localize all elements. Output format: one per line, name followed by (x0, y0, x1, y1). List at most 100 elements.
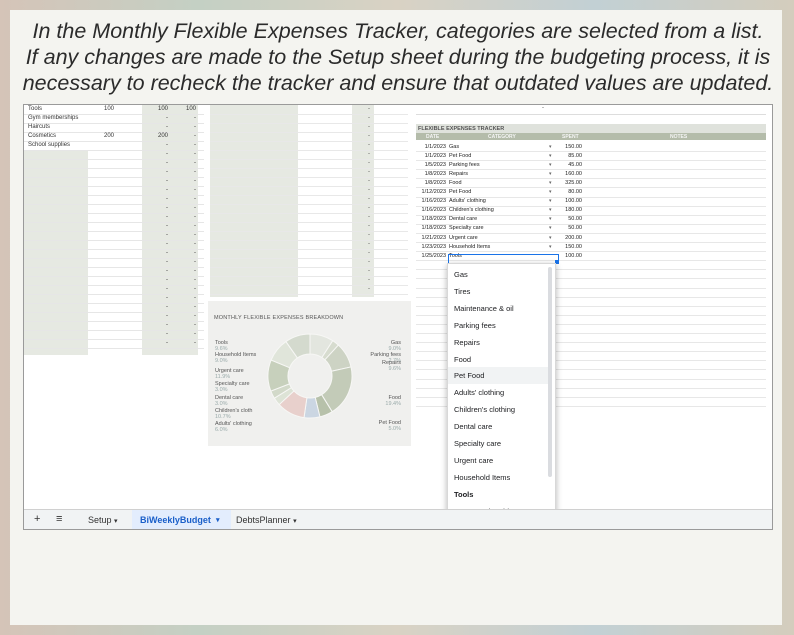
row-value: - (166, 115, 168, 121)
row-value: 100 (185, 106, 196, 112)
breakdown-label-right: Gas 9.0% (388, 340, 401, 352)
row-dash: - (368, 106, 370, 112)
chevron-down-icon: ▾ (216, 517, 220, 524)
row-dash: - (368, 196, 370, 202)
caption-line-1: In the Monthly Flexible Expenses Tracker… (32, 19, 764, 43)
breakdown-label-left: Dental care 3.0% (215, 395, 243, 407)
row-dash: - (368, 268, 370, 274)
dropdown-option[interactable]: Tires (448, 283, 548, 300)
row-dash: - (368, 115, 370, 121)
sheet-tab-bar: + ≡ Setup ▾ BiWeeklyBudget ▾ DebtsPlanne… (24, 509, 772, 529)
row-dash: - (194, 322, 196, 328)
row-dash: - (166, 268, 168, 274)
dropdown-option[interactable]: Maintenance & oil (448, 300, 548, 317)
row-dash: - (194, 340, 196, 346)
row-dash: - (368, 133, 370, 139)
row-dash: - (194, 259, 196, 265)
row-dash: - (194, 295, 196, 301)
dropdown-option[interactable]: Pet Food (448, 367, 548, 385)
setup-grid: Tools 100 100 100 Gym memberships - - Haircuts -… (24, 105, 204, 355)
row-dash: - (166, 340, 168, 346)
dropdown-option[interactable]: Gas (448, 266, 548, 283)
row-category: Dental care (449, 216, 478, 223)
label-pct: 5.0% (388, 425, 401, 432)
option-label: Household Items (454, 472, 511, 482)
dropdown-scrollbar[interactable] (548, 267, 552, 477)
row-dash: - (166, 277, 168, 283)
row-date: 1/1/2023 (424, 152, 446, 159)
row-dash: - (194, 313, 196, 319)
row-name: Cosmetics (28, 133, 57, 139)
row-value: - (194, 115, 196, 121)
row-dash: - (368, 160, 370, 166)
row-date: 1/8/2023 (424, 179, 446, 186)
row-dash: - (368, 214, 370, 220)
row-spent: 325.00 (565, 179, 582, 186)
row-dash: - (166, 322, 168, 328)
dropdown-option[interactable]: Urgent care (448, 452, 548, 469)
row-dash: - (194, 214, 196, 220)
breakdown-label-left: Household Items 9.0% (215, 352, 256, 364)
row-dash: - (194, 304, 196, 310)
row-dash: - (166, 259, 168, 265)
row-spent: 50.00 (568, 216, 582, 223)
row-value: - (194, 142, 196, 148)
dropdown-option[interactable]: Household Items (448, 469, 548, 486)
row-value: - (166, 142, 168, 148)
caption-line-2: If any changes are made to the Setup she… (25, 45, 771, 69)
category-dropdown[interactable]: Gas Tires Maintenance & oil Parking fees Rep… (447, 263, 556, 529)
row-value: 100 (103, 106, 114, 112)
row-dash: - (166, 205, 168, 211)
caption-line-3: necessary to recheck the tracker and ens… (22, 71, 774, 95)
option-label: Specialty care (454, 439, 502, 448)
row-dash: - (368, 124, 370, 130)
dropdown-option[interactable]: Children's clothing (448, 401, 548, 418)
row-date: 1/1/2023 (424, 143, 446, 150)
option-label: Food (454, 354, 472, 364)
row-category: Repairs (449, 170, 468, 177)
dropdown-option[interactable]: Parking fees (448, 317, 548, 334)
dropdown-option[interactable]: Specialty care (448, 435, 548, 452)
tab-setup-label: Setup (88, 515, 112, 525)
row-spent: 80.00 (568, 189, 582, 195)
row-category: Children's clothing (449, 207, 494, 214)
row-dash: - (368, 178, 370, 184)
row-dash: - (194, 241, 196, 247)
add-sheet-button[interactable]: + (34, 513, 40, 525)
row-dash: - (368, 232, 370, 238)
breakdown-label-right: Pet Food 5.0% (379, 420, 401, 432)
dropdown-option[interactable]: Dental care (448, 418, 548, 435)
row-dash: - (166, 178, 168, 184)
row-dash: - (368, 169, 370, 175)
option-label: Tools (454, 489, 474, 499)
col-date: DATE (426, 134, 440, 140)
row-dash: - (194, 250, 196, 256)
all-sheets-menu-icon[interactable]: ≡ (56, 513, 62, 525)
option-label: Pet Food (454, 371, 485, 381)
row-dash: - (166, 250, 168, 256)
tab-setup[interactable]: Setup ▾ (88, 515, 118, 525)
row-value: 200 (157, 133, 168, 139)
row-spent: 200.00 (565, 234, 582, 241)
row-dash: - (166, 223, 168, 229)
row-date: 1/16/2023 (421, 198, 446, 205)
row-dash: - (166, 232, 168, 238)
row-dash: - (166, 196, 168, 202)
setup-row: -- (24, 339, 204, 349)
row-name: School supplies (28, 142, 71, 148)
breakdown-label-right: Repairs 9.6% (382, 360, 401, 372)
tab-debtsplanner[interactable]: DebtsPlanner ▾ (236, 515, 297, 525)
row-category: Pet Food (449, 152, 472, 159)
tab-biweeklybudget[interactable]: BiWeeklyBudget ▾ (132, 510, 231, 529)
dropdown-option[interactable]: Tools (448, 486, 548, 503)
dropdown-option[interactable]: Adults' clothing (448, 384, 548, 401)
row-date: 1/16/2023 (421, 207, 446, 214)
row-value: - (166, 124, 168, 130)
dropdown-option[interactable]: Food (448, 351, 548, 368)
row-dash: - (368, 241, 370, 247)
row-spent: 180.00 (565, 207, 582, 214)
breakdown-label-left: Urgent care 11.9% (215, 368, 244, 380)
dropdown-option[interactable]: Repairs (448, 334, 548, 351)
row-spent: 160.00 (565, 170, 582, 177)
row-value: 200 (103, 133, 114, 139)
